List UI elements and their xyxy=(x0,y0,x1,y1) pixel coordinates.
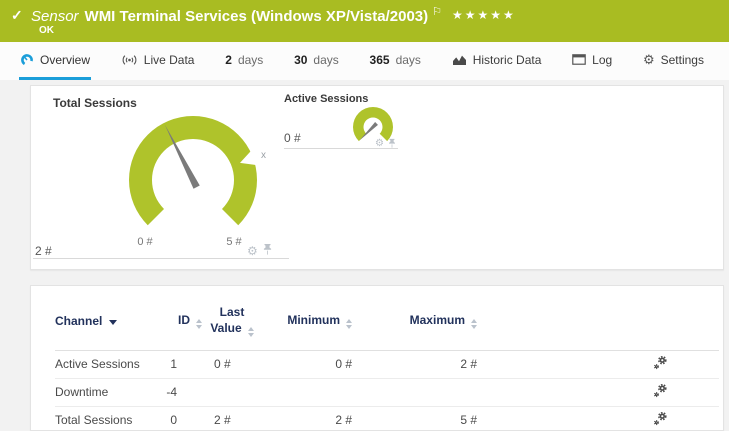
historic-chart-icon xyxy=(452,54,467,66)
settings-gear-icon: ⚙ xyxy=(643,53,655,66)
gauges-panel: Total Sessions x 0 # 5 # 2 # ⚙ Active Se… xyxy=(30,85,724,270)
channel-settings-gears-icon[interactable] xyxy=(653,387,668,401)
channel-minimum xyxy=(262,378,392,406)
sensor-title: WMI Terminal Services (Windows XP/Vista/… xyxy=(85,8,429,25)
tab-log[interactable]: Log xyxy=(571,42,613,80)
channel-maximum: 2 # xyxy=(392,350,517,378)
object-kind-label: Sensor xyxy=(31,8,79,25)
channel-id: 1 xyxy=(147,350,202,378)
total-sessions-value: 2 # xyxy=(35,244,52,258)
active-gauge-divider xyxy=(284,148,398,149)
sensor-header: ✓ Sensor WMI Terminal Services (Windows X… xyxy=(0,0,729,42)
channel-minimum: 0 # xyxy=(262,350,392,378)
channel-last-value xyxy=(202,378,262,406)
tab-2-days[interactable]: 2 days xyxy=(224,42,264,80)
tab-historic-data-label: Historic Data xyxy=(473,53,542,67)
live-data-icon xyxy=(121,54,138,66)
channel-last-value: 0 # xyxy=(202,350,262,378)
column-header-maximum[interactable]: Maximum xyxy=(392,286,517,350)
gauge-max-label: 5 # xyxy=(219,236,249,248)
tab-30-days-unit: days xyxy=(313,53,338,67)
column-header-actions xyxy=(517,286,719,350)
column-header-channel[interactable]: Channel xyxy=(55,286,147,350)
tab-live-data[interactable]: Live Data xyxy=(120,42,196,80)
tab-bar: Overview Live Data 2 days 30 days 365 da… xyxy=(0,42,729,80)
tab-settings-label: Settings xyxy=(661,53,704,67)
tab-live-data-label: Live Data xyxy=(144,53,195,67)
sort-icon xyxy=(346,319,352,329)
tab-365-days-unit: days xyxy=(396,53,421,67)
status-check-icon: ✓ xyxy=(11,7,23,24)
gauge-pin-icon[interactable] xyxy=(388,135,396,153)
channel-name: Total Sessions xyxy=(55,406,147,431)
column-header-id[interactable]: ID xyxy=(147,286,202,350)
active-sessions-value: 0 # xyxy=(284,131,301,145)
channel-id: -4 xyxy=(147,378,202,406)
channel-last-value: 2 # xyxy=(202,406,262,431)
channel-name: Downtime xyxy=(55,378,147,406)
tab-30-days[interactable]: 30 days xyxy=(293,42,340,80)
table-row: Active Sessions 1 0 # 0 # 2 # xyxy=(55,350,719,378)
total-sessions-gauge: x xyxy=(99,101,299,251)
channel-settings-gears-icon[interactable] xyxy=(653,415,668,429)
channel-settings-gears-icon[interactable] xyxy=(653,359,668,373)
tab-historic-data[interactable]: Historic Data xyxy=(451,42,543,80)
channels-table: Channel ID Last Value Minimum Maximum xyxy=(55,286,719,431)
total-gauge-divider xyxy=(33,258,289,259)
active-gauge-actions: ⚙ xyxy=(375,135,396,153)
tab-365-days-number: 365 xyxy=(370,53,390,67)
gauge-limit-marker-label: x xyxy=(261,150,266,161)
tab-overview[interactable]: Overview xyxy=(19,42,91,80)
tab-log-label: Log xyxy=(592,53,612,67)
table-row: Total Sessions 0 2 # 2 # 5 # xyxy=(55,406,719,431)
log-icon xyxy=(572,54,586,65)
tab-settings[interactable]: ⚙ Settings xyxy=(642,42,705,80)
column-header-minimum[interactable]: Minimum xyxy=(262,286,392,350)
gauge-settings-gear-icon[interactable]: ⚙ xyxy=(247,245,258,257)
tab-365-days[interactable]: 365 days xyxy=(369,42,422,80)
sort-icon xyxy=(196,319,202,329)
status-badge: OK xyxy=(39,25,54,36)
channel-maximum: 5 # xyxy=(392,406,517,431)
tab-30-days-number: 30 xyxy=(294,53,307,67)
gauge-arc xyxy=(129,116,257,225)
table-header-row: Channel ID Last Value Minimum Maximum xyxy=(55,286,719,350)
sensor-titleline: Sensor WMI Terminal Services (Windows XP/… xyxy=(31,5,516,25)
gauge-icon xyxy=(20,53,34,66)
sort-icon xyxy=(248,327,254,337)
channel-name: Active Sessions xyxy=(55,350,147,378)
tab-2-days-unit: days xyxy=(238,53,263,67)
column-header-last-value[interactable]: Last Value xyxy=(202,286,262,350)
table-row: Downtime -4 xyxy=(55,378,719,406)
tab-overview-label: Overview xyxy=(40,53,90,67)
sort-icon xyxy=(471,319,477,329)
channel-id: 0 xyxy=(147,406,202,431)
channel-minimum: 2 # xyxy=(262,406,392,431)
sort-desc-icon xyxy=(109,320,117,325)
channels-panel: Channel ID Last Value Minimum Maximum xyxy=(30,285,724,431)
tab-2-days-number: 2 xyxy=(225,53,232,67)
priority-stars[interactable]: ★★★★★ xyxy=(452,8,516,22)
channel-maximum xyxy=(392,378,517,406)
priority-flag-icon[interactable]: ⚐ xyxy=(432,6,442,18)
gauge-min-label: 0 # xyxy=(130,236,160,248)
